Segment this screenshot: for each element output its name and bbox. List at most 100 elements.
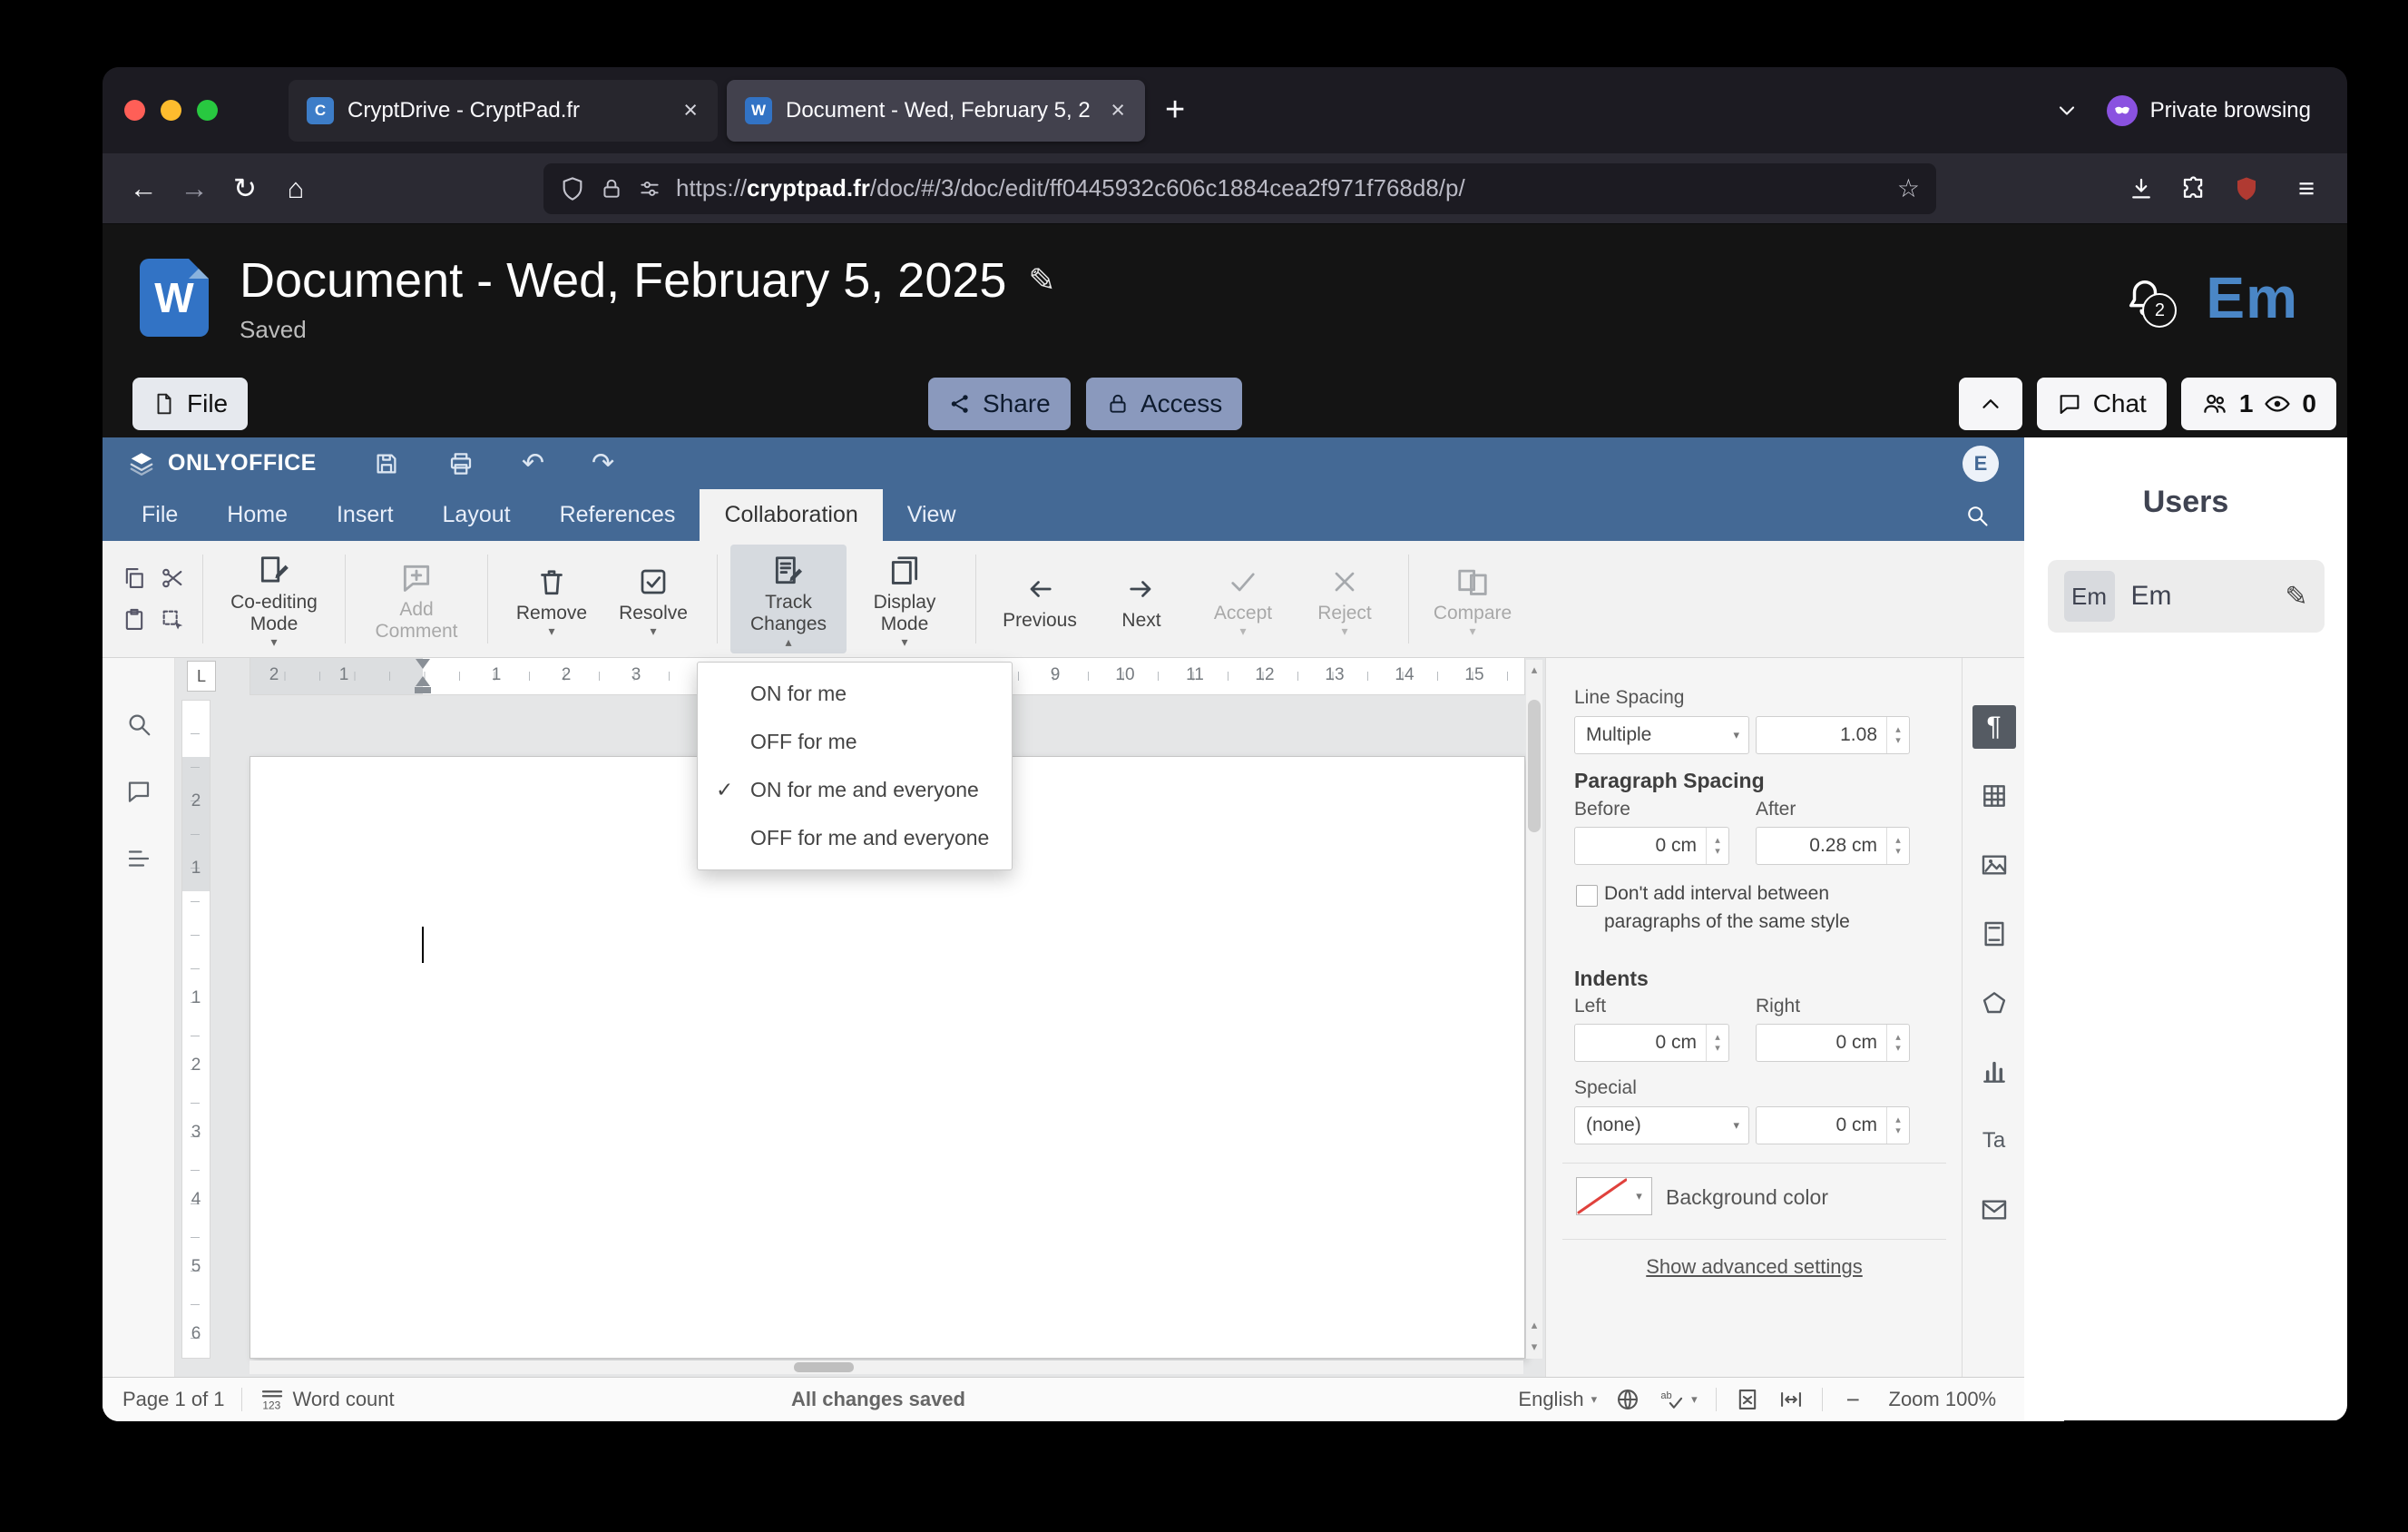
horizontal-scrollbar[interactable] [250,1360,1523,1374]
special-amount-spinner[interactable]: 0 cm ▴ ▾ [1756,1106,1910,1144]
line-spacing-spinner[interactable]: 1.08 ▴ ▾ [1756,716,1910,754]
spin-up-icon[interactable]: ▴ [1895,724,1901,735]
list-tabs-chevron-icon[interactable] [2054,98,2080,123]
downloads-icon[interactable] [2128,175,2155,202]
access-button[interactable]: Access [1086,378,1243,430]
edit-name-pencil-icon[interactable]: ✎ [2285,581,2307,613]
address-bar[interactable]: https://cryptpad.fr/doc/#/3/doc/edit/ff0… [543,162,1936,214]
zoom-out-button[interactable]: − [1841,1386,1865,1414]
user-list-item[interactable]: Em Em ✎ [2047,560,2325,633]
chart-settings-tab[interactable] [1972,1050,2016,1094]
hanging-indent-marker[interactable] [416,676,430,686]
spacing-after-spinner[interactable]: 0.28 cm ▴ ▾ [1756,827,1910,865]
textart-settings-tab[interactable]: Ta [1972,1119,2016,1163]
menu-item-on-for-everyone[interactable]: ✓ ON for me and everyone [698,766,1012,814]
headerfooter-settings-tab[interactable] [1972,912,2016,956]
rename-pencil-icon[interactable]: ✎ [1028,261,1055,300]
tab-stop-selector[interactable]: L [187,661,216,692]
document-title[interactable]: Document - Wed, February 5, 2025 [240,252,1006,309]
copy-icon[interactable] [122,565,147,591]
next-change-button[interactable]: Next [1091,563,1192,635]
previous-change-button[interactable]: Previous [989,563,1091,635]
tab-close-icon[interactable]: × [1109,96,1127,124]
navigation-headings-icon[interactable] [125,845,152,872]
fit-width-icon[interactable] [1778,1387,1804,1412]
menu-tab-layout[interactable]: Layout [418,489,535,541]
app-menu-icon[interactable]: ≡ [2286,168,2327,210]
add-comment-button[interactable]: Add Comment [358,552,475,646]
indent-right-spinner[interactable]: 0 cm ▴ ▾ [1756,1024,1910,1062]
spin-up-icon[interactable]: ▴ [1895,1115,1901,1125]
browser-tab-document[interactable]: W Document - Wed, February 5, 2 × [727,79,1145,142]
indent-left-spinner[interactable]: 0 cm ▴ ▾ [1574,1024,1729,1062]
resolve-comment-button[interactable]: Resolve ▾ [602,555,704,643]
display-mode-button[interactable]: Display Mode ▾ [847,545,963,653]
home-button[interactable]: ⌂ [275,168,317,210]
chat-button[interactable]: Chat [2036,378,2167,430]
account-avatar[interactable]: Em [2206,264,2298,331]
minimize-window-button[interactable] [161,100,181,121]
lock-icon[interactable] [600,177,623,201]
reload-button[interactable]: ↻ [224,168,266,210]
accept-change-button[interactable]: Accept ▾ [1192,555,1294,643]
paragraph-settings-tab[interactable]: ¶ [1972,705,2016,749]
mailmerge-settings-tab[interactable] [1972,1188,2016,1232]
extensions-icon[interactable] [2180,175,2207,202]
maximize-window-button[interactable] [197,100,218,121]
search-icon[interactable] [1964,489,2024,541]
spin-down-icon[interactable]: ▾ [1715,1043,1720,1054]
vertical-ruler[interactable]: 2 1 1 2 3 4 5 6 [181,700,210,1359]
redo-icon[interactable]: ↷ [592,447,614,479]
word-count-button[interactable]: 123 Word count [259,1386,395,1413]
page-indicator[interactable]: Page 1 of 1 [122,1388,225,1411]
background-color-swatch[interactable] [1576,1177,1629,1215]
left-indent-marker[interactable] [415,687,431,693]
image-settings-tab[interactable] [1972,843,2016,887]
print-icon[interactable] [447,450,475,477]
bookmark-star-icon[interactable]: ☆ [1897,173,1920,203]
select-all-icon[interactable] [160,607,185,633]
spin-down-icon[interactable]: ▾ [1895,735,1901,746]
file-menu-button[interactable]: File [132,378,249,430]
menu-tab-collaboration[interactable]: Collaboration [700,489,883,541]
spacing-before-spinner[interactable]: 0 cm ▴ ▾ [1574,827,1729,865]
compare-button[interactable]: Compare ▾ [1422,555,1523,643]
no-interval-checkbox[interactable] [1576,885,1598,907]
table-settings-tab[interactable] [1972,774,2016,818]
advanced-settings-link[interactable]: Show advanced settings [1546,1255,1963,1279]
collapse-toolbar-button[interactable] [1958,378,2022,430]
menu-item-off-for-me[interactable]: OFF for me [698,718,1012,766]
cut-icon[interactable] [160,565,185,591]
share-button[interactable]: Share [928,378,1071,430]
remove-comment-button[interactable]: Remove ▾ [501,555,602,643]
forward-button[interactable]: → [173,168,215,210]
spin-down-icon[interactable]: ▾ [1715,846,1720,857]
paste-icon[interactable] [122,607,147,633]
user-counts-button[interactable]: 1 0 [2180,378,2336,430]
spin-down-icon[interactable]: ▾ [1895,1043,1901,1054]
notifications-bell-icon[interactable]: 2 [2124,277,2178,328]
special-select[interactable]: (none) ▾ [1574,1106,1749,1144]
save-icon[interactable] [373,450,400,477]
spin-up-icon[interactable]: ▴ [1895,1032,1901,1043]
spin-up-icon[interactable]: ▴ [1715,835,1720,846]
language-selector[interactable]: English ▾ [1518,1388,1597,1411]
menu-item-on-for-me[interactable]: ON for me [698,670,1012,718]
track-changes-button[interactable]: Track Changes ▴ [730,545,847,653]
permissions-icon[interactable] [638,177,661,201]
spin-down-icon[interactable]: ▾ [1895,1125,1901,1136]
new-tab-button[interactable]: + [1165,91,1185,130]
menu-tab-insert[interactable]: Insert [312,489,418,541]
tab-close-icon[interactable]: × [681,96,700,124]
back-button[interactable]: ← [122,168,164,210]
first-line-indent-marker[interactable] [416,659,430,669]
editor-user-avatar[interactable]: E [1963,445,1999,482]
spin-up-icon[interactable]: ▴ [1895,835,1901,846]
line-spacing-select[interactable]: Multiple ▾ [1574,716,1749,754]
browser-tab-cryptdrive[interactable]: C CryptDrive - CryptPad.fr × [289,79,718,142]
vertical-scrollbar[interactable]: ▴ ▴ ▾ [1526,660,1542,1359]
ublock-origin-icon[interactable] [2233,175,2260,202]
scroll-down-icon[interactable]: ▾ [1532,1337,1538,1357]
fit-page-icon[interactable] [1735,1387,1760,1412]
spin-down-icon[interactable]: ▾ [1895,846,1901,857]
